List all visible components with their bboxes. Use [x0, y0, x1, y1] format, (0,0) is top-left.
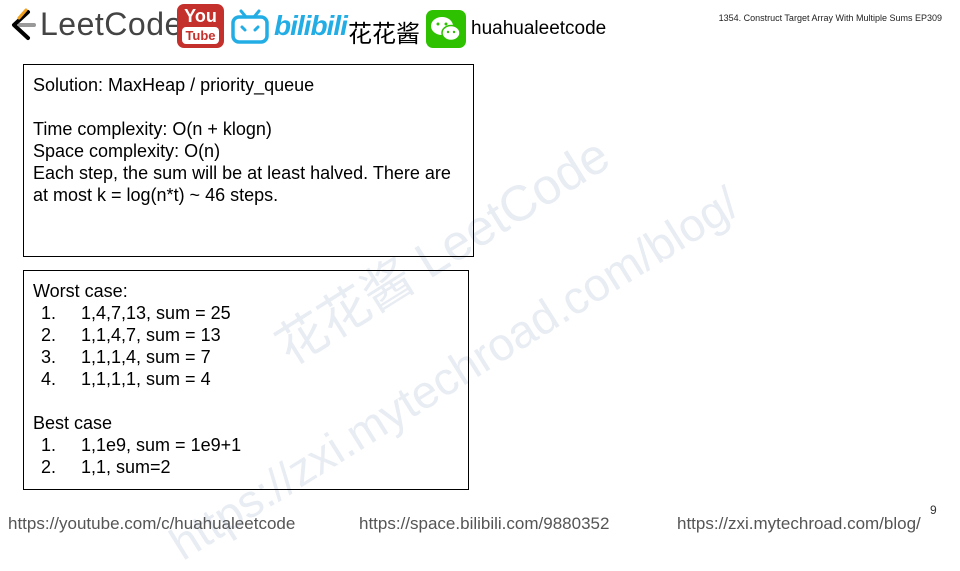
- wechat-icon: [426, 10, 466, 48]
- list-number: 1.: [41, 303, 57, 323]
- bilibili-brand-text: bilibili: [274, 10, 348, 41]
- youtube-url-link[interactable]: https://youtube.com/c/huahualeetcode: [8, 514, 295, 534]
- cases-box: Worst case: 1. 1,4,7,13, sum = 25 2. 1,1,4…: [23, 270, 469, 490]
- solution-explanation: Each step, the sum will be at least halv…: [33, 163, 451, 205]
- leetcode-brand-text: LeetCode: [40, 6, 183, 42]
- best-case-item: 1. 1,1e9, sum = 1e9+1: [33, 434, 460, 456]
- list-text: 1,1,4,7, sum = 13: [81, 325, 221, 345]
- list-text: 1,1,1,1, sum = 4: [81, 369, 211, 389]
- space-complexity: Space complexity: O(n): [33, 141, 221, 161]
- channel-handle: huahualeetcode: [471, 18, 607, 39]
- best-case-label: Best case: [33, 413, 113, 433]
- list-number: 4.: [41, 369, 57, 389]
- list-text: 1,1, sum=2: [81, 457, 171, 477]
- solution-box: Solution: MaxHeap / priority_queue Time …: [23, 64, 474, 257]
- list-number: 2.: [41, 457, 57, 477]
- list-text: 1,4,7,13, sum = 25: [81, 303, 231, 323]
- blog-url-link[interactable]: https://zxi.mytechroad.com/blog/: [677, 514, 921, 534]
- solution-title: Solution: MaxHeap / priority_queue: [33, 75, 315, 95]
- bilibili-url-link[interactable]: https://space.bilibili.com/9880352: [359, 514, 609, 534]
- youtube-logo-icon: You Tube: [177, 4, 224, 48]
- list-number: 1.: [41, 435, 57, 455]
- leetcode-logo-icon: [12, 8, 36, 40]
- list-text: 1,1e9, sum = 1e9+1: [81, 435, 242, 455]
- list-text: 1,1,1,4, sum = 7: [81, 347, 211, 367]
- best-case-item: 2. 1,1, sum=2: [33, 456, 460, 478]
- worst-case-label: Worst case:: [33, 281, 128, 301]
- worst-case-item: 1. 1,4,7,13, sum = 25: [33, 302, 460, 324]
- worst-case-item: 4. 1,1,1,1, sum = 4: [33, 368, 460, 390]
- list-number: 3.: [41, 347, 57, 367]
- bilibili-tv-icon: [231, 9, 269, 44]
- youtube-logo-tube: Tube: [182, 27, 219, 44]
- channel-chinese-name: 花花酱: [348, 21, 420, 48]
- episode-title: 1354. Construct Target Array With Multip…: [718, 13, 942, 23]
- time-complexity: Time complexity: O(n + klogn): [33, 119, 272, 139]
- list-number: 2.: [41, 325, 57, 345]
- page-number: 9: [930, 503, 937, 517]
- worst-case-item: 3. 1,1,1,4, sum = 7: [33, 346, 460, 368]
- worst-case-item: 2. 1,1,4,7, sum = 13: [33, 324, 460, 346]
- youtube-logo-you: You: [184, 6, 217, 26]
- slide-header: LeetCode You Tube bilibili 花花酱 huahualee…: [0, 0, 960, 56]
